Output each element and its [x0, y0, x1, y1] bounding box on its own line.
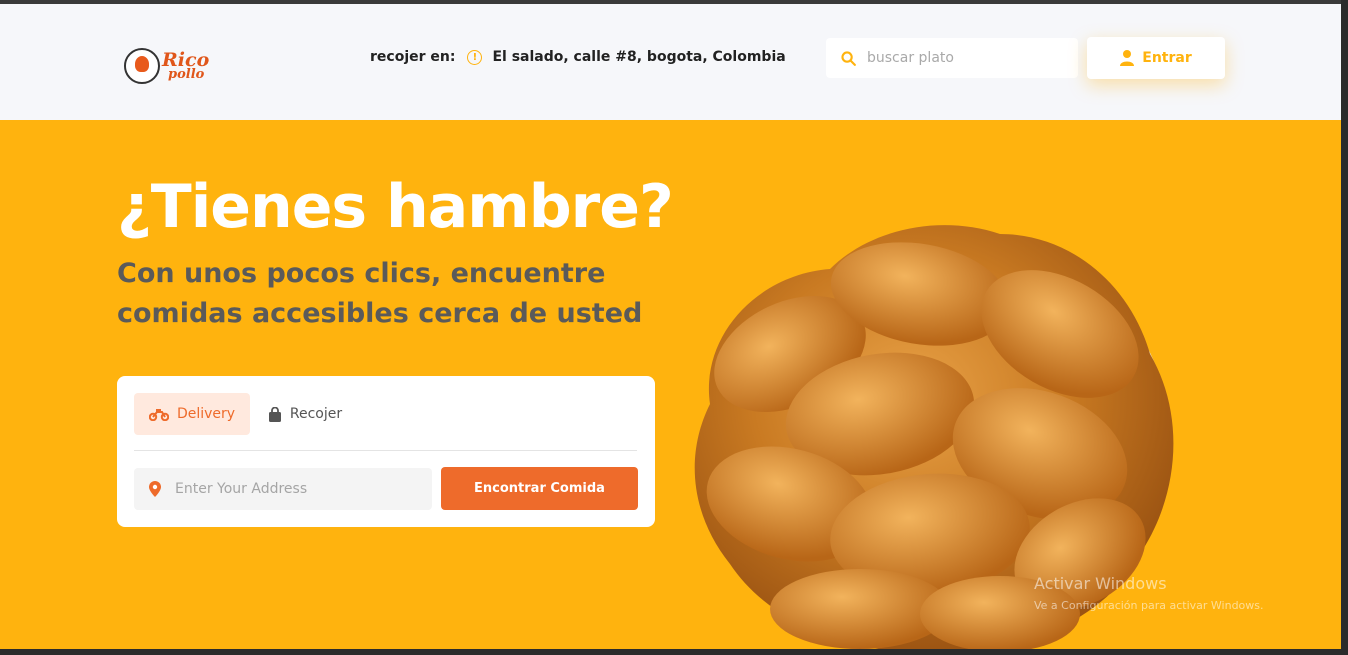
tab-delivery-label: Delivery [176, 406, 236, 422]
search-input[interactable] [867, 50, 1057, 66]
watermark-line-2: Ve a Configuración para activar Windows. [1034, 599, 1264, 612]
find-food-button[interactable]: Encontrar Comida [441, 467, 638, 510]
hero-subtitle-line-1: Con unos pocos clics, encuentre [117, 258, 606, 289]
tab-pickup-label: Recojer [289, 406, 343, 422]
motorcycle-icon [148, 408, 169, 421]
watermark-line-1: Activar Windows [1034, 574, 1167, 593]
page: Rico pollo recojer en: ! El salado, call… [0, 4, 1341, 649]
shopping-bag-icon [268, 406, 281, 422]
address-input[interactable] [175, 481, 415, 497]
windows-activation-watermark: Activar Windows Ve a Configuración para … [1034, 574, 1264, 612]
pickup-address: El salado, calle #8, bogota, Colombia [492, 49, 786, 65]
hero-subtitle: Con unos pocos clics, encuentre comidas … [117, 254, 677, 334]
window-bottom-edge [0, 649, 1348, 655]
card-divider [134, 450, 637, 451]
pickup-location: recojer en: ! El salado, calle #8, bogot… [370, 49, 786, 65]
user-icon [1120, 50, 1135, 66]
search-icon [841, 50, 856, 66]
logo-text: Rico pollo [162, 50, 209, 82]
tab-pickup[interactable]: Recojer [260, 393, 350, 435]
login-button[interactable]: Entrar [1087, 37, 1225, 79]
address-field [134, 468, 432, 510]
hero-title: ¿Tienes hambre? [117, 172, 674, 242]
login-label: Entrar [1142, 50, 1192, 66]
info-icon[interactable]: ! [467, 49, 483, 65]
dish-search [826, 38, 1078, 78]
tab-delivery[interactable]: Delivery [134, 393, 250, 435]
chicken-logo-icon [124, 48, 160, 84]
hero-subtitle-line-2: comidas accesibles cerca de usted [117, 298, 643, 329]
logo-line-2: pollo [168, 66, 205, 82]
map-pin-icon [149, 481, 161, 497]
pickup-label: recojer en: [370, 49, 456, 65]
window-right-edge [1341, 0, 1348, 655]
site-header: Rico pollo recojer en: ! El salado, call… [0, 4, 1341, 120]
logo[interactable]: Rico pollo [124, 42, 224, 90]
food-search-card: Delivery Recojer Encontrar Comida [117, 376, 655, 527]
